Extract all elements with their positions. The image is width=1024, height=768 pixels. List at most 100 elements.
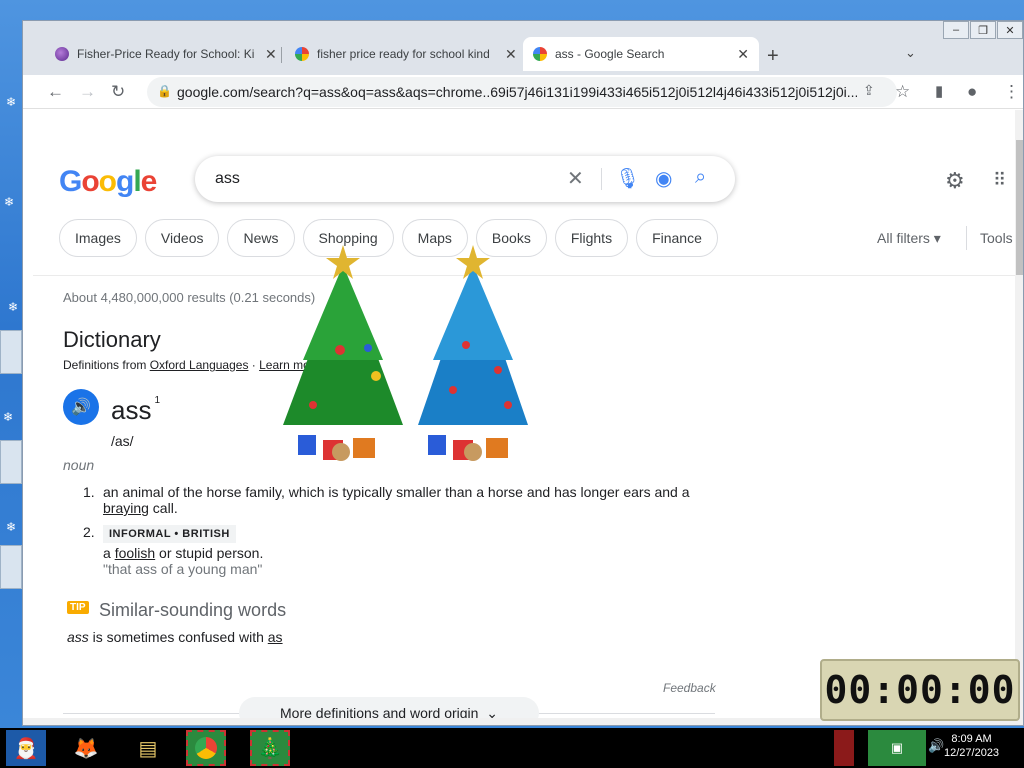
tab-google-search-active[interactable]: ass - Google Search ✕: [523, 37, 759, 71]
christmas-tree-icon: [418, 245, 528, 461]
foolish-link[interactable]: foolish: [115, 545, 155, 561]
search-box[interactable]: ass ✕ 🎙 ◉ ⌕: [195, 156, 735, 202]
source-prefix: Definitions from: [63, 358, 150, 372]
settings-gear-icon[interactable]: ⚙: [945, 168, 965, 194]
tab-strip: Fisher-Price Ready for School: Ki ✕ fish…: [23, 21, 1023, 75]
scrollbar-thumb[interactable]: [1016, 140, 1023, 275]
snowflake-decoration: ❄: [8, 300, 19, 314]
feedback-link[interactable]: Feedback: [663, 681, 716, 695]
definition-text: an animal of the horse family, which is …: [103, 484, 690, 500]
all-filters-button[interactable]: All filters ▾: [877, 230, 941, 247]
microphone-icon[interactable]: 🎙: [615, 166, 640, 191]
definition-text: or stupid person.: [155, 545, 264, 561]
close-icon[interactable]: ✕: [505, 46, 517, 63]
desktop-shortcut[interactable]: [0, 330, 22, 374]
definition-text: call.: [148, 500, 178, 516]
as-link[interactable]: as: [268, 629, 283, 645]
definition-text: a: [103, 545, 115, 561]
definition-item: 1. an animal of the horse family, which …: [83, 484, 703, 516]
definition-number: 1.: [83, 484, 95, 500]
close-window-button[interactable]: ✕: [997, 21, 1023, 39]
divider: [601, 168, 602, 190]
santa-icon: 🎅: [13, 737, 39, 760]
profile-avatar-icon[interactable]: ●: [967, 82, 977, 102]
definition-number: 2.: [83, 524, 95, 540]
minimize-button[interactable]: –: [943, 21, 969, 39]
tab-google-search-kind[interactable]: fisher price ready for school kind ✕: [285, 37, 527, 71]
search-input[interactable]: ass: [215, 170, 240, 188]
browser-toolbar: ← → ↻ 🔒 google.com/search?q=ass&oq=ass&a…: [23, 75, 1023, 109]
menu-kebab-icon[interactable]: ⋮: [1003, 82, 1020, 102]
clock-time: 8:09 AM: [951, 733, 992, 745]
back-arrow-icon[interactable]: ←: [47, 82, 64, 102]
tab-search-chevron-icon[interactable]: ⌄: [905, 45, 916, 61]
file-explorer-icon[interactable]: ▤: [128, 730, 168, 766]
christmas-tree-taskbar-icon[interactable]: 🎄: [250, 730, 290, 766]
christmas-trees-widget: [283, 245, 528, 461]
clear-icon[interactable]: ✕: [567, 166, 584, 191]
snowflake-decoration: ❄: [6, 520, 17, 534]
lens-camera-icon[interactable]: ◉: [655, 166, 672, 191]
system-clock[interactable]: 8:09 AM 12/27/2023: [944, 732, 999, 760]
share-icon[interactable]: ⇪: [863, 82, 875, 99]
chrome-icon: [195, 737, 217, 759]
clock-date: 12/27/2023: [944, 747, 1000, 759]
tab-label: ass - Google Search: [555, 47, 665, 61]
side-panel-icon[interactable]: ▮: [935, 82, 943, 100]
dictionary-heading: Dictionary: [63, 327, 161, 352]
taskbar: 🎅 🦊 ▤ 🎄 ▣ 🔊 8:09 AM 12/27/2023: [0, 728, 1024, 768]
braying-link[interactable]: braying: [103, 500, 149, 516]
headword: ass 1: [111, 395, 160, 426]
chip-images[interactable]: Images: [59, 219, 137, 257]
reload-icon[interactable]: ↻: [111, 82, 125, 102]
snowflake-decoration: ❄: [4, 195, 15, 209]
google-logo[interactable]: Google: [59, 165, 157, 199]
pronunciation: /as/: [111, 433, 134, 449]
close-icon[interactable]: ✕: [265, 46, 277, 63]
maximize-button[interactable]: ❐: [970, 21, 996, 39]
tip-text: is sometimes confused with: [88, 629, 268, 645]
network-icon: ▣: [890, 740, 904, 755]
bookmark-star-icon[interactable]: ☆: [895, 82, 910, 102]
close-icon[interactable]: ✕: [737, 46, 749, 63]
tip-body: ass is sometimes confused with as: [67, 629, 283, 645]
tools-button[interactable]: Tools: [980, 230, 1013, 246]
tab-label: Fisher-Price Ready for School: Ki: [77, 47, 255, 61]
countdown-clock-widget[interactable]: 00:00:00: [820, 659, 1020, 721]
fisher-price-icon: [55, 47, 69, 61]
tip-word: ass: [67, 629, 89, 645]
headword-text: ass: [111, 395, 152, 425]
forward-arrow-icon[interactable]: →: [79, 82, 96, 102]
url-text: google.com/search?q=ass&oq=ass&aqs=chrom…: [177, 84, 857, 100]
window-controls: – ❐ ✕: [942, 21, 1023, 39]
firefox-icon[interactable]: 🦊: [66, 730, 106, 766]
tip-badge: TIP: [67, 601, 89, 614]
chip-finance[interactable]: Finance: [636, 219, 718, 257]
volume-icon[interactable]: 🔊: [928, 738, 944, 754]
start-button[interactable]: 🎅: [6, 730, 46, 766]
desktop-shortcut[interactable]: [0, 545, 22, 589]
search-icon[interactable]: ⌕: [695, 166, 706, 189]
vertical-scrollbar[interactable]: [1015, 110, 1023, 725]
apps-grid-icon[interactable]: ⠿: [993, 170, 1006, 191]
divider: [966, 226, 967, 250]
tab-fisher-price[interactable]: Fisher-Price Ready for School: Ki ✕: [45, 37, 287, 71]
desktop-shortcut[interactable]: [0, 440, 22, 484]
usage-example: "that ass of a young man": [103, 561, 263, 577]
tray-widget[interactable]: [834, 730, 854, 766]
new-tab-button[interactable]: +: [767, 45, 779, 68]
tab-label: fisher price ready for school kind: [317, 47, 490, 61]
lock-icon[interactable]: 🔒: [157, 84, 172, 98]
headword-superscript: 1: [154, 395, 161, 406]
usage-tag: INFORMAL • BRITISH: [103, 525, 236, 543]
part-of-speech: noun: [63, 457, 95, 473]
snowflake-decoration: ❄: [3, 410, 14, 424]
all-filters-label: All filters: [877, 230, 930, 246]
tip-title: Similar-sounding words: [99, 600, 287, 620]
address-bar[interactable]: 🔒 google.com/search?q=ass&oq=ass&aqs=chr…: [147, 77, 897, 107]
chip-videos[interactable]: Videos: [144, 219, 220, 257]
tray-network-icon[interactable]: ▣: [868, 730, 926, 766]
chrome-taskbar-icon[interactable]: [186, 730, 226, 766]
speaker-icon[interactable]: 🔊: [63, 389, 99, 425]
snowflake-decoration: ❄: [6, 95, 17, 109]
